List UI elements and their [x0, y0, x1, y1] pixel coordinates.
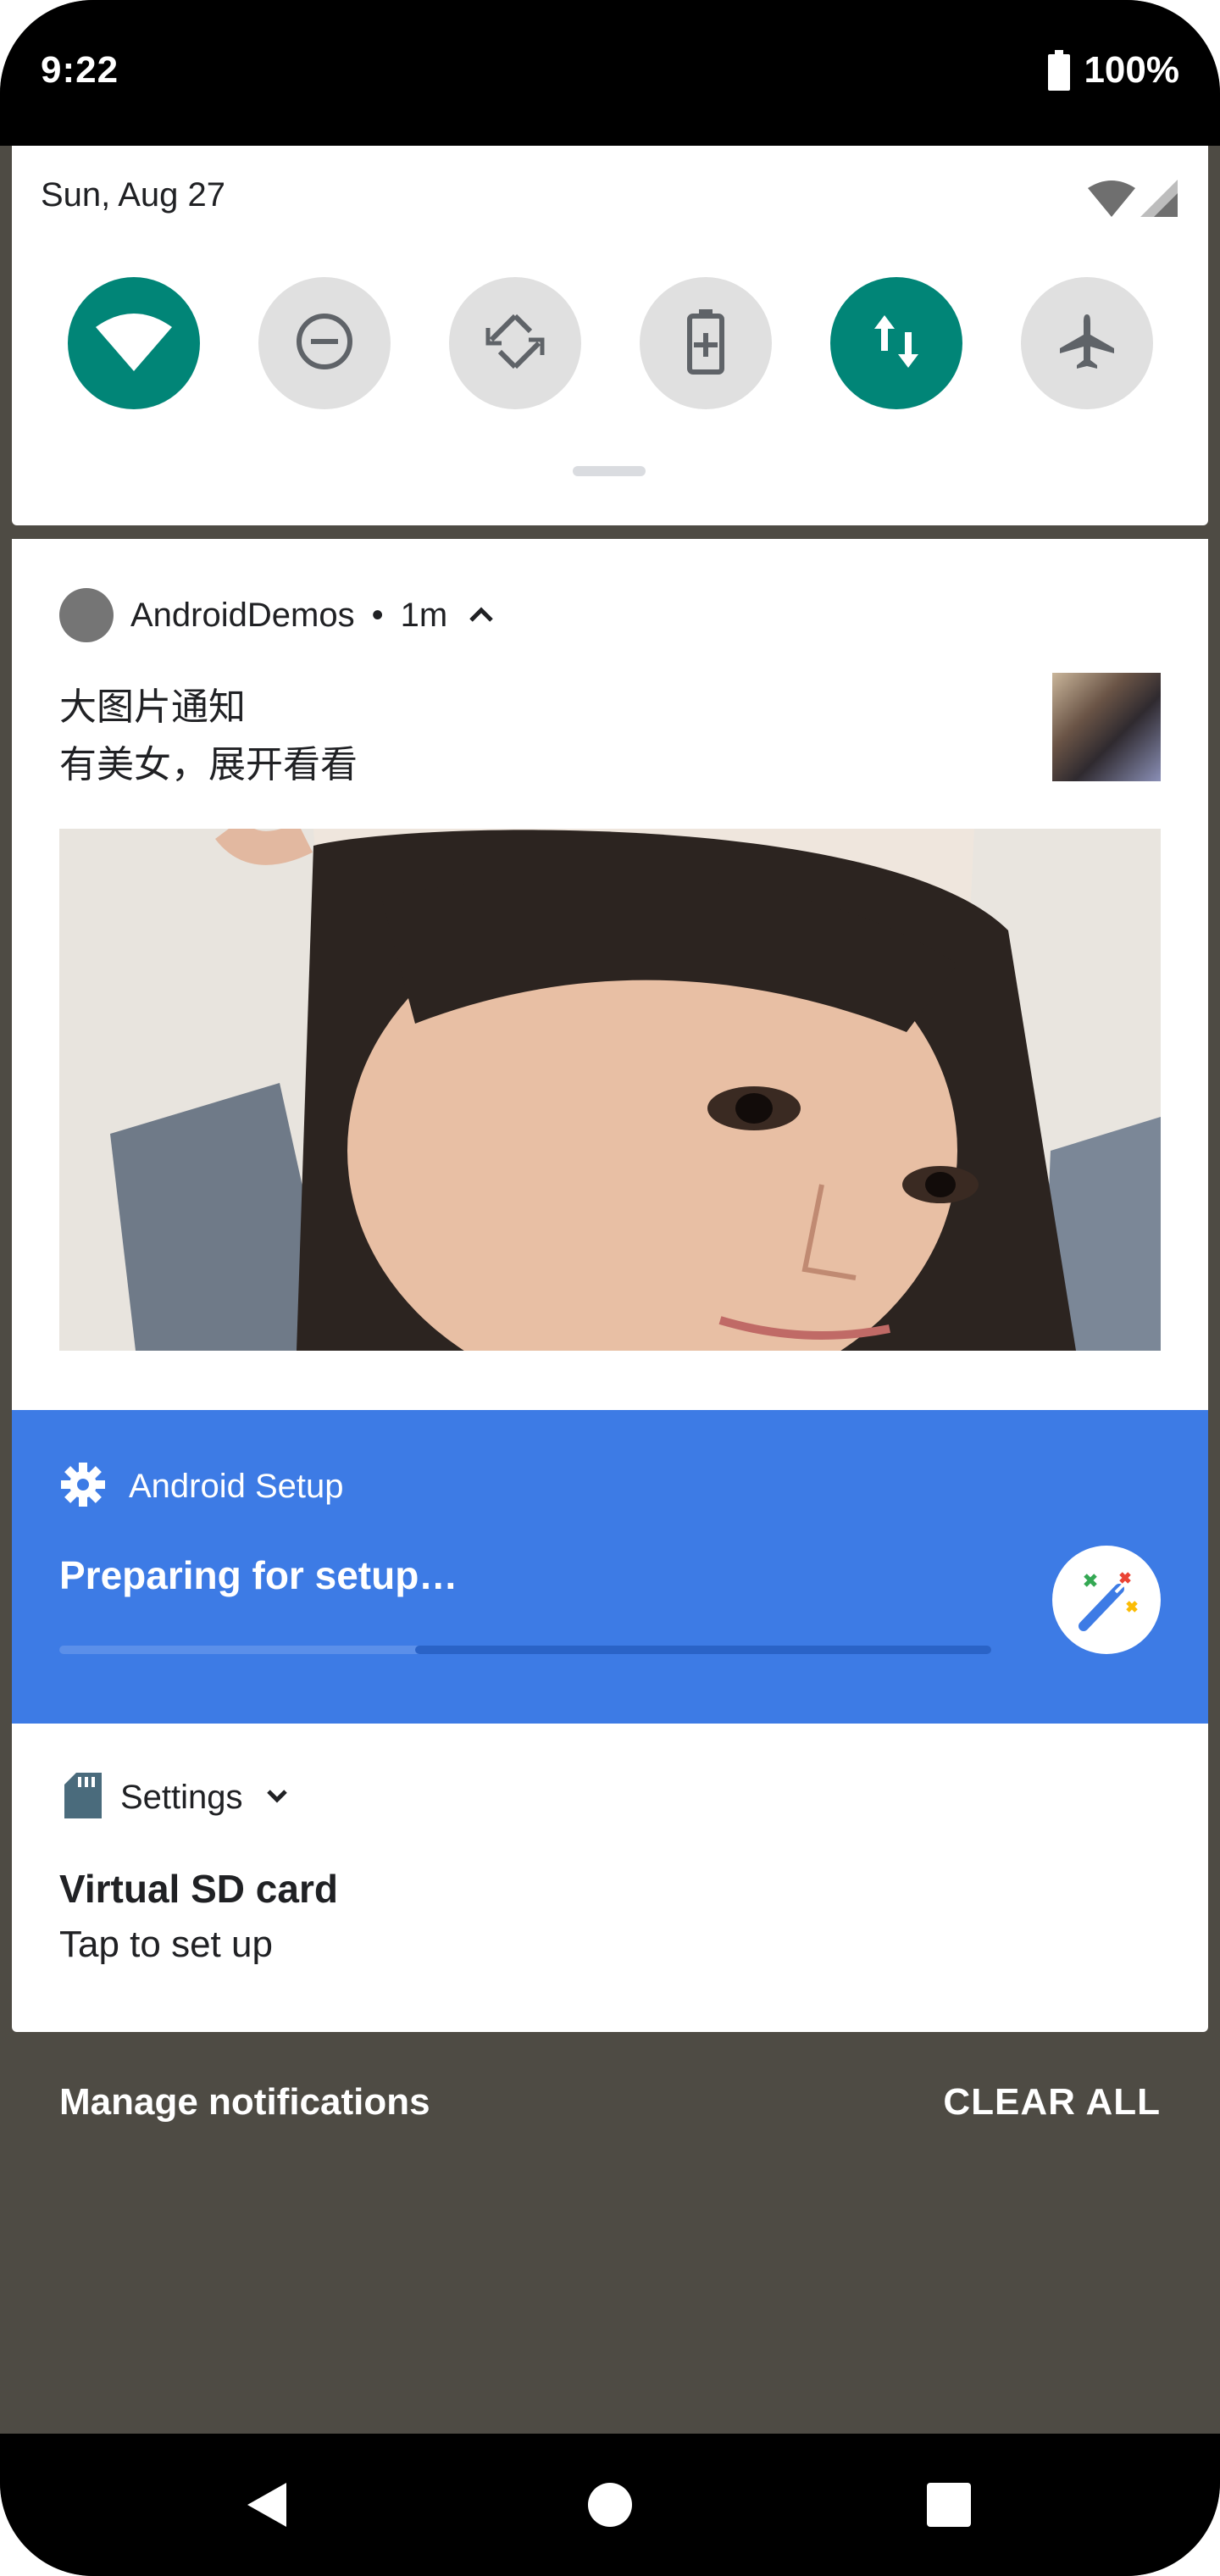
- qs-drag-handle[interactable]: [573, 466, 646, 476]
- cell-signal-icon: [1140, 180, 1178, 221]
- setup-progress-bar: [59, 1646, 991, 1654]
- notification-setup[interactable]: Android Setup Preparing for setup…: [12, 1410, 1208, 1724]
- header-separator: •: [371, 596, 384, 634]
- setup-header: Android Setup: [59, 1461, 344, 1513]
- setup-progress-indicator: [415, 1646, 991, 1654]
- battery-saver-tile[interactable]: [640, 277, 772, 409]
- sd-text: Tap to set up: [59, 1924, 273, 1965]
- status-right: 100%: [1048, 49, 1179, 92]
- notification-big-picture[interactable]: AndroidDemos • 1m 大图片通知 有美女，展开看看: [12, 539, 1208, 1410]
- wifi-signal-icon: [1088, 180, 1135, 221]
- large-icon-thumbnail: [1052, 673, 1161, 781]
- mobile-data-icon: [871, 312, 922, 375]
- auto-rotate-tile[interactable]: [449, 277, 581, 409]
- magic-wand-icon: [1052, 1546, 1161, 1654]
- wifi-icon: [96, 312, 172, 375]
- navigation-bar: [0, 2434, 1220, 2576]
- notification-footer: Manage notifications CLEAR ALL: [59, 2081, 1161, 2132]
- status-time: 9:22: [41, 49, 119, 91]
- airplane-mode-tile[interactable]: [1021, 277, 1153, 409]
- wifi-tile[interactable]: [68, 277, 200, 409]
- sd-header: Settings: [64, 1773, 292, 1823]
- signal-indicators: [1088, 180, 1178, 221]
- home-icon[interactable]: [586, 2481, 634, 2529]
- quick-settings-tiles: [68, 277, 1161, 409]
- sd-card-icon: [64, 1773, 102, 1823]
- app-icon: [59, 588, 114, 642]
- notification-text: 有美女，展开看看: [59, 744, 358, 786]
- notification-title: 大图片通知: [59, 686, 246, 728]
- sd-app-name: Settings: [120, 1779, 243, 1816]
- auto-rotate-icon: [483, 309, 547, 378]
- battery-saver-icon: [685, 308, 726, 380]
- manage-notifications-button[interactable]: Manage notifications: [59, 2081, 430, 2124]
- mobile-data-tile[interactable]: [830, 277, 962, 409]
- back-icon[interactable]: [244, 2481, 291, 2529]
- big-picture-image: [59, 829, 1161, 1351]
- chevron-up-icon[interactable]: [464, 598, 498, 632]
- status-bar: 9:22 100%: [0, 0, 1220, 146]
- battery-level: 100%: [1084, 49, 1179, 91]
- notification-header: AndroidDemos • 1m: [59, 588, 498, 642]
- do-not-disturb-tile[interactable]: [258, 277, 391, 409]
- chevron-down-icon[interactable]: [262, 1780, 292, 1815]
- sd-title: Virtual SD card: [59, 1867, 338, 1911]
- notification-time: 1m: [400, 596, 448, 634]
- airplane-mode-icon: [1056, 311, 1117, 376]
- battery-icon: [1048, 50, 1071, 91]
- setup-title: Preparing for setup…: [59, 1553, 458, 1597]
- phone-screen: 9:22 100% Sun, Aug 27 AndroidDemos • 1m …: [0, 0, 1220, 2576]
- setup-app-name: Android Setup: [129, 1468, 344, 1505]
- recents-icon[interactable]: [925, 2481, 973, 2529]
- qs-date: Sun, Aug 27: [41, 176, 225, 214]
- clear-all-button[interactable]: CLEAR ALL: [943, 2081, 1161, 2124]
- quick-settings-panel: Sun, Aug 27: [12, 146, 1208, 525]
- app-name: AndroidDemos: [130, 596, 355, 634]
- do-not-disturb-icon: [294, 311, 355, 376]
- gear-icon: [59, 1461, 107, 1513]
- notification-sd-card[interactable]: Settings Virtual SD card Tap to set up: [12, 1724, 1208, 2032]
